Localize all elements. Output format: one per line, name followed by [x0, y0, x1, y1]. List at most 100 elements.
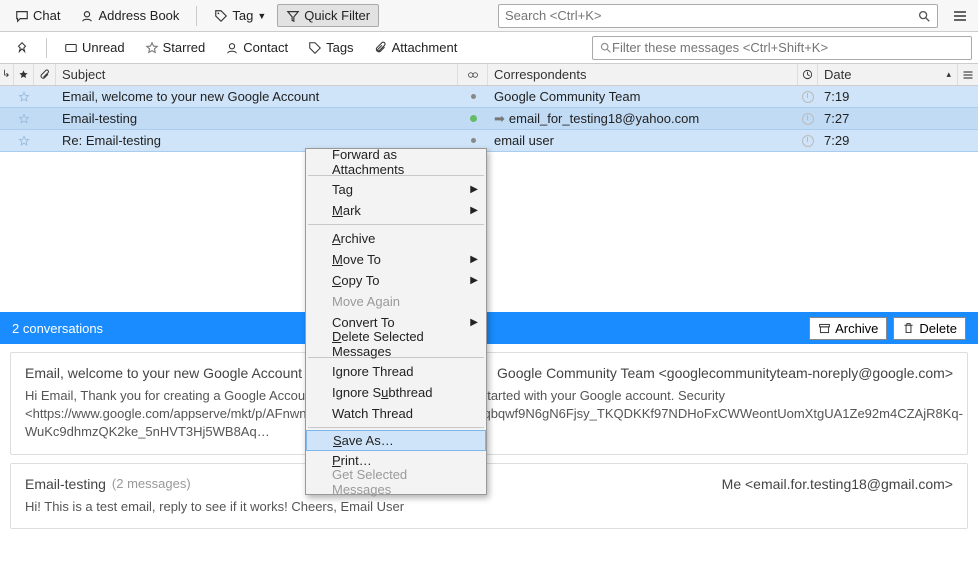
ctx-copy-to-submenu[interactable]: Copy To▶	[306, 270, 486, 291]
quickfilter-label: Quick Filter	[304, 8, 370, 23]
row-date: 7:27	[824, 111, 849, 126]
col-received-icon-header[interactable]	[798, 64, 818, 85]
card-from: Google Community Team <googlecommunityte…	[497, 365, 953, 381]
row-read-toggle[interactable]	[458, 86, 488, 107]
delete-button[interactable]: Delete	[893, 317, 966, 340]
pin-filter-button[interactable]	[6, 37, 38, 59]
filter-contact-button[interactable]: Contact	[216, 36, 297, 59]
filter-tags-button[interactable]: Tags	[299, 36, 362, 59]
tags-label: Tags	[326, 40, 353, 55]
col-attachment-header[interactable]	[34, 64, 56, 85]
col-read-header[interactable]	[458, 64, 488, 85]
row-subject: Email, welcome to your new Google Accoun…	[62, 89, 319, 104]
conversation-card[interactable]: Email-testing (2 messages) Me <email.for…	[10, 463, 968, 529]
addressbook-icon	[80, 9, 94, 23]
ctx-archive[interactable]: Archive	[306, 228, 486, 249]
ctx-separator	[308, 224, 484, 225]
col-date-header[interactable]: Date▴	[818, 64, 958, 85]
card-body-preview: Hi! This is a test email, reply to see i…	[25, 498, 953, 516]
correspondents-header-label: Correspondents	[494, 67, 587, 82]
clock-icon	[802, 135, 814, 147]
message-row[interactable]: Email-testing ➡ email_for_testing18@yahoo…	[0, 108, 978, 130]
quick-filter-button[interactable]: Quick Filter	[277, 4, 379, 27]
col-correspondents-header[interactable]: Correspondents	[488, 64, 798, 85]
chat-icon	[15, 9, 29, 23]
conversation-card[interactable]: Email, welcome to your new Google Accoun…	[10, 352, 968, 455]
address-book-button[interactable]: Address Book	[71, 4, 188, 27]
ctx-mark-submenu[interactable]: Mark▶	[306, 200, 486, 221]
trash-icon	[902, 322, 915, 335]
archive-button[interactable]: Archive	[809, 317, 887, 340]
ctx-label: Delete Selected Messages	[332, 329, 460, 359]
hamburger-icon	[952, 8, 968, 24]
global-search-input[interactable]	[505, 8, 917, 23]
row-star-toggle[interactable]	[14, 86, 34, 107]
card-message-count: (2 messages)	[112, 476, 191, 492]
ctx-move-again: Move Again	[306, 291, 486, 312]
col-picker-button[interactable]	[958, 64, 978, 85]
col-star-header[interactable]	[14, 64, 34, 85]
row-correspondent: email user	[494, 133, 554, 148]
ctx-label: Tag	[332, 182, 353, 197]
tag-icon	[214, 9, 228, 23]
col-subject-header[interactable]: Subject	[56, 64, 458, 85]
row-subject: Email-testing	[62, 111, 137, 126]
filter-unread-button[interactable]: Unread	[55, 36, 134, 59]
submenu-arrow-icon: ▶	[470, 317, 478, 328]
filter-attachment-button[interactable]: Attachment	[365, 36, 467, 59]
card-subject: Email, welcome to your new Google Accoun…	[25, 365, 302, 381]
message-row[interactable]: Re: Email-testing email user 7:29	[0, 130, 978, 152]
filter-starred-button[interactable]: Starred	[136, 36, 215, 59]
ctx-label: Ignore Thread	[332, 364, 413, 379]
tag-button[interactable]: Tag ▼	[205, 4, 275, 27]
starred-label: Starred	[163, 40, 206, 55]
ctx-forward-attachments[interactable]: Forward as Attachments	[306, 151, 486, 172]
unread-icon	[64, 41, 78, 55]
ctx-ignore-thread[interactable]: Ignore Thread	[306, 361, 486, 382]
tag-label: Tag	[232, 8, 253, 23]
card-subject: Email-testing	[25, 476, 106, 492]
read-dot-icon	[471, 138, 476, 143]
ctx-label: Copy To	[332, 273, 379, 288]
ctx-label: Move To	[332, 252, 381, 267]
ctx-move-to-submenu[interactable]: Move To▶	[306, 249, 486, 270]
archive-icon	[818, 322, 831, 335]
star-icon	[145, 41, 159, 55]
sort-asc-icon: ▴	[946, 69, 951, 80]
ctx-label: Ignore Subthread	[332, 385, 432, 400]
row-star-toggle[interactable]	[14, 108, 34, 129]
addressbook-label: Address Book	[98, 8, 179, 23]
app-menu-button[interactable]	[948, 4, 972, 28]
ctx-label: Mark	[332, 203, 361, 218]
dropdown-icon: ▼	[257, 11, 266, 21]
clock-icon	[802, 91, 814, 103]
conversation-count-label: 2 conversations	[12, 321, 103, 336]
row-subject: Re: Email-testing	[62, 133, 161, 148]
ctx-ignore-subthread[interactable]: Ignore Subthread	[306, 382, 486, 403]
row-correspondent: Google Community Team	[494, 89, 640, 104]
row-correspondent: email_for_testing18@yahoo.com	[509, 111, 699, 126]
row-read-toggle[interactable]	[458, 108, 488, 129]
ctx-delete-selected[interactable]: Delete Selected Messages	[306, 333, 486, 354]
filter-icon	[286, 9, 300, 23]
message-list: Email, welcome to your new Google Accoun…	[0, 86, 978, 152]
ctx-get-selected: Get Selected Messages	[306, 471, 486, 492]
card-from: Me <email.for.testing18@gmail.com>	[722, 476, 953, 492]
outgoing-arrow-icon: ➡	[494, 111, 505, 127]
separator	[46, 38, 47, 58]
col-thread-header[interactable]: ↳	[0, 64, 14, 85]
message-row[interactable]: Email, welcome to your new Google Accoun…	[0, 86, 978, 108]
ctx-watch-thread[interactable]: Watch Thread	[306, 403, 486, 424]
ctx-label: Watch Thread	[332, 406, 413, 421]
ctx-tag-submenu[interactable]: Tag▶	[306, 179, 486, 200]
row-date: 7:19	[824, 89, 849, 104]
global-search[interactable]	[498, 4, 938, 28]
message-filter-input[interactable]	[612, 40, 965, 55]
row-star-toggle[interactable]	[14, 130, 34, 151]
ctx-save-as[interactable]: Save As…	[306, 430, 486, 451]
unread-label: Unread	[82, 40, 125, 55]
chat-button[interactable]: Chat	[6, 4, 69, 27]
message-filter-search[interactable]	[592, 36, 972, 60]
contact-label: Contact	[243, 40, 288, 55]
quick-filter-bar: Unread Starred Contact Tags Attachment	[0, 32, 978, 64]
